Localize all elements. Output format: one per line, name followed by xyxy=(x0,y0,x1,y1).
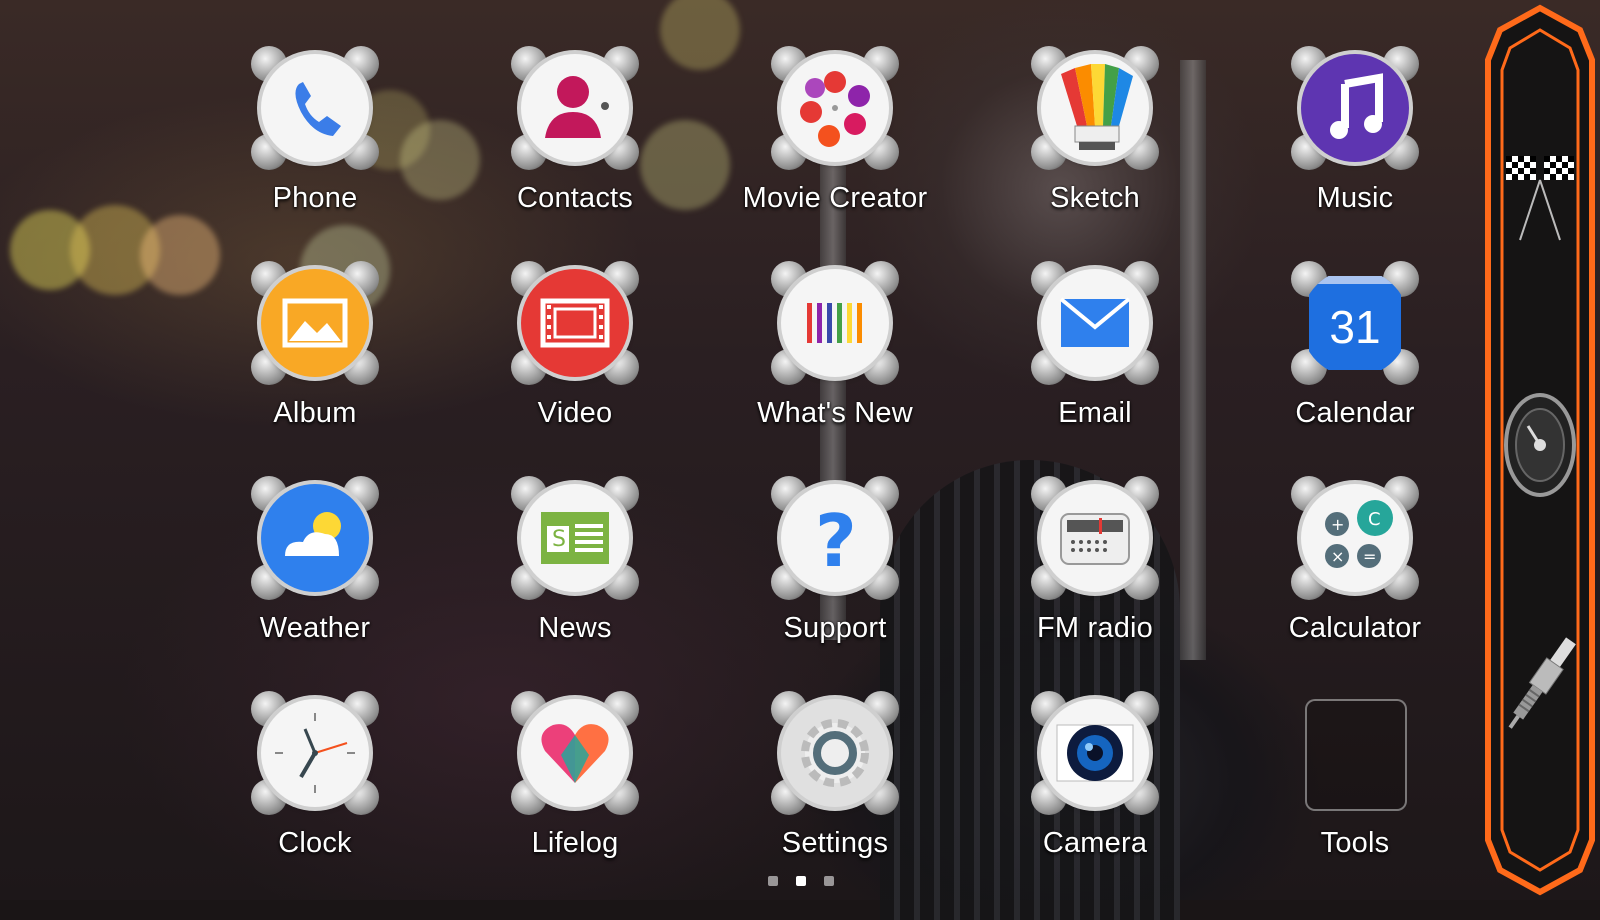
app-label: Phone xyxy=(272,182,358,214)
app-camera[interactable]: Camera xyxy=(965,685,1225,900)
app-label: Video xyxy=(537,397,613,429)
page-indicator xyxy=(768,876,834,886)
app-label: Contacts xyxy=(516,182,634,214)
app-sketch[interactable]: Sketch xyxy=(965,40,1225,255)
calendar-icon: 31 xyxy=(1285,255,1425,395)
app-label: What's New xyxy=(757,397,913,429)
app-label: Tools xyxy=(1320,827,1390,859)
settings-icon xyxy=(765,685,905,825)
app-label: News xyxy=(538,612,612,644)
page-dot[interactable] xyxy=(824,876,834,886)
app-calendar[interactable]: 31 Calendar xyxy=(1225,255,1485,470)
video-icon xyxy=(505,255,645,395)
side-dock xyxy=(1480,0,1600,900)
app-label: Support xyxy=(783,612,887,644)
app-support[interactable]: ? Support xyxy=(705,470,965,685)
app-whats-new[interactable]: What's New xyxy=(705,255,965,470)
speedometer-icon[interactable] xyxy=(1502,390,1578,500)
app-label: Sketch xyxy=(1050,182,1140,214)
calendar-date: 31 xyxy=(1309,276,1401,370)
app-news[interactable]: S News xyxy=(445,470,705,685)
lifelog-icon xyxy=(505,685,645,825)
app-video[interactable]: Video xyxy=(445,255,705,470)
email-icon xyxy=(1025,255,1165,395)
app-label: Calendar xyxy=(1295,397,1415,429)
news-icon: S xyxy=(505,470,645,610)
app-calculator[interactable]: + × = C Calculator xyxy=(1225,470,1485,685)
svg-text:S: S xyxy=(552,527,566,552)
spark-plug-icon[interactable] xyxy=(1504,625,1576,745)
app-label: Movie Creator xyxy=(742,182,928,214)
app-fm-radio[interactable]: FM radio xyxy=(965,470,1225,685)
svg-text:×: × xyxy=(1331,547,1344,566)
app-clock[interactable]: Clock xyxy=(185,685,445,900)
fm-radio-icon xyxy=(1025,470,1165,610)
support-icon: ? xyxy=(765,470,905,610)
app-contacts[interactable]: Contacts xyxy=(445,40,705,255)
app-label: Lifelog xyxy=(531,827,619,859)
app-label: Clock xyxy=(278,827,352,859)
app-music[interactable]: Music xyxy=(1225,40,1485,255)
app-label: Settings xyxy=(781,827,889,859)
app-label: Camera xyxy=(1042,827,1148,859)
app-grid: Phone Contacts Movie Creator Sketch Musi… xyxy=(185,40,1465,900)
checkered-flags-icon[interactable] xyxy=(1500,140,1580,260)
app-label: FM radio xyxy=(1036,612,1153,644)
folder-icon xyxy=(1285,685,1425,825)
app-settings[interactable]: Settings xyxy=(705,685,965,900)
folder-box xyxy=(1305,699,1407,811)
app-phone[interactable]: Phone xyxy=(185,40,445,255)
camera-icon xyxy=(1025,685,1165,825)
clock-icon xyxy=(245,685,385,825)
app-label: Weather xyxy=(259,612,371,644)
app-label: Music xyxy=(1316,182,1394,214)
app-lifelog[interactable]: Lifelog xyxy=(445,685,705,900)
app-weather[interactable]: Weather xyxy=(185,470,445,685)
app-label: Email xyxy=(1058,397,1132,429)
contacts-icon xyxy=(505,40,645,180)
app-movie-creator[interactable]: Movie Creator xyxy=(705,40,965,255)
calculator-icon: + × = C xyxy=(1285,470,1425,610)
app-tools-folder[interactable]: Tools xyxy=(1225,685,1485,900)
svg-text:+: + xyxy=(1331,515,1344,534)
music-icon xyxy=(1285,40,1425,180)
svg-text:=: = xyxy=(1363,547,1376,566)
app-album[interactable]: Album xyxy=(185,255,445,470)
movie-creator-icon xyxy=(765,40,905,180)
svg-text:?: ? xyxy=(815,499,857,583)
phone-icon xyxy=(245,40,385,180)
app-email[interactable]: Email xyxy=(965,255,1225,470)
svg-text:C: C xyxy=(1368,509,1381,530)
page-dot[interactable] xyxy=(768,876,778,886)
sketch-icon xyxy=(1025,40,1165,180)
app-label: Album xyxy=(273,397,357,429)
page-dot-active[interactable] xyxy=(796,876,806,886)
app-label: Calculator xyxy=(1288,612,1422,644)
album-icon xyxy=(245,255,385,395)
weather-icon xyxy=(245,470,385,610)
whats-new-icon xyxy=(765,255,905,395)
